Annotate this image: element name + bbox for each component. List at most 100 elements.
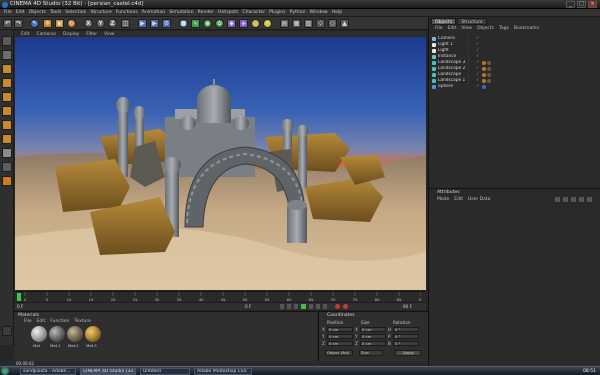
render-settings-icon[interactable]: ⚙: [162, 19, 171, 28]
texture-tag-icon[interactable]: [482, 78, 486, 83]
make-editable-icon[interactable]: [2, 36, 12, 46]
materials-menu-file[interactable]: File: [24, 319, 32, 324]
end-frame-field[interactable]: 90 F: [403, 304, 412, 309]
material-swatch[interactable]: [49, 326, 65, 342]
sculpt-tool-icon[interactable]: [2, 176, 12, 186]
menu-render[interactable]: Render: [198, 10, 214, 15]
array-icon[interactable]: ✿: [215, 19, 224, 28]
object-row-instance[interactable]: Instance ⁚ ✓: [432, 54, 596, 60]
attr-menu-edit[interactable]: Edit: [454, 197, 463, 202]
previous-key-icon[interactable]: [287, 304, 291, 309]
object-row-landscape2[interactable]: Landscape 2 ⁚ ✓: [432, 66, 596, 72]
coordinate-system-icon[interactable]: ◫: [121, 19, 130, 28]
menu-help[interactable]: Help: [332, 10, 342, 15]
edges-mode-icon[interactable]: ◇: [328, 19, 337, 28]
size-mode-dropdown[interactable]: Size: [359, 350, 383, 356]
menu-objects[interactable]: Objects: [29, 10, 46, 15]
spline-icon[interactable]: ∿: [191, 19, 200, 28]
menu-animation[interactable]: Animation: [142, 10, 165, 15]
position-y-field[interactable]: 0 cm: [327, 334, 353, 339]
tab-objects[interactable]: Objects: [431, 18, 457, 25]
record-keys-icon[interactable]: [335, 304, 340, 309]
scale-tool-icon[interactable]: ▣: [55, 19, 64, 28]
texture-tag-icon[interactable]: [487, 66, 491, 71]
om-menu-bookmarks[interactable]: Bookmarks: [514, 26, 539, 31]
y-axis-lock-button[interactable]: Y: [96, 19, 105, 28]
texture-tag-icon[interactable]: [482, 66, 486, 71]
menu-hotspots[interactable]: Hotspots: [218, 10, 238, 15]
menu-window[interactable]: Window: [310, 10, 328, 15]
enabled-check-icon[interactable]: ✓: [476, 54, 482, 59]
render-picture-viewer-icon[interactable]: ▶: [150, 19, 159, 28]
position-z-field[interactable]: 0 cm: [327, 341, 353, 346]
menu-tools[interactable]: Tools: [50, 10, 61, 15]
rotate-tool-icon[interactable]: ↻: [67, 19, 76, 28]
back-arrow-icon[interactable]: [555, 197, 560, 202]
scene-object-icon[interactable]: ◈: [239, 19, 248, 28]
workplane-icon[interactable]: ▧: [304, 19, 313, 28]
tweak-tool-icon[interactable]: [2, 148, 12, 158]
visibility-dots[interactable]: ⁚: [468, 54, 476, 59]
apply-button[interactable]: Apply: [395, 350, 421, 356]
visibility-dots[interactable]: ⁚: [468, 66, 476, 71]
z-axis-lock-button[interactable]: Z: [108, 19, 117, 28]
texture-tag-icon[interactable]: [487, 72, 491, 77]
om-menu-objects[interactable]: Objects: [477, 26, 494, 31]
go-to-end-icon[interactable]: [323, 304, 327, 309]
visibility-dots[interactable]: ⁚: [468, 60, 476, 65]
texture-tool-icon[interactable]: [2, 78, 12, 88]
menu-functions[interactable]: Functions: [116, 10, 138, 15]
visibility-dots[interactable]: ⁚: [468, 36, 476, 41]
taskbar-item[interactable]: Untitled: [140, 368, 190, 375]
snap-tool-icon[interactable]: [2, 162, 12, 172]
light-object-icon[interactable]: ☀: [263, 19, 272, 28]
object-tool-icon[interactable]: [2, 64, 12, 74]
visibility-dots[interactable]: ⁚: [468, 72, 476, 77]
materials-menu-function[interactable]: Function: [50, 319, 69, 324]
menu-character[interactable]: Character: [242, 10, 265, 15]
viewport-menu-cameras[interactable]: Cameras: [37, 32, 57, 37]
maximize-button[interactable]: □: [577, 1, 586, 8]
texture-mode-icon[interactable]: ▦: [292, 19, 301, 28]
minimize-button[interactable]: _: [566, 1, 575, 8]
material-swatch[interactable]: [67, 326, 83, 342]
om-menu-tags[interactable]: Tags: [499, 26, 509, 31]
viewport-menu-view[interactable]: View: [104, 32, 114, 37]
edge-tool-icon[interactable]: [2, 120, 12, 130]
rotation-h-field[interactable]: 0 °: [393, 327, 419, 332]
move-tool-icon[interactable]: ✥: [43, 19, 52, 28]
lock-icon[interactable]: [579, 197, 584, 202]
object-row-landscape[interactable]: Landscape ⁚ ✓: [432, 72, 596, 78]
material-swatch[interactable]: [31, 326, 47, 342]
model-mode-icon[interactable]: ▤: [280, 19, 289, 28]
model-tool-icon[interactable]: [2, 50, 12, 60]
rotation-p-field[interactable]: 0 °: [393, 334, 419, 339]
layout-switch-icon[interactable]: [2, 326, 12, 336]
sky-tag-icon[interactable]: [482, 84, 486, 89]
enabled-check-icon[interactable]: ✓: [476, 36, 482, 41]
object-row-landscape3[interactable]: Landscape 3 ⁚ ✓: [432, 60, 596, 66]
viewport-menu-filter[interactable]: Filter: [86, 32, 97, 37]
object-row-sphere[interactable]: Sphere ⁚ ✓: [432, 84, 596, 90]
new-manager-icon[interactable]: [587, 197, 592, 202]
current-frame-field[interactable]: 0 F: [17, 304, 23, 309]
points-mode-icon[interactable]: ⁘: [316, 19, 325, 28]
menu-selection[interactable]: Selection: [65, 10, 86, 15]
texture-tag-icon[interactable]: [487, 78, 491, 83]
polygons-mode-icon[interactable]: ▲: [340, 19, 349, 28]
materials-menu-edit[interactable]: Edit: [37, 319, 46, 324]
autokey-icon[interactable]: [343, 304, 348, 309]
rotation-b-field[interactable]: 0 °: [393, 341, 419, 346]
next-frame-icon[interactable]: [309, 304, 313, 309]
object-row-light1[interactable]: Light 1 ⁚ ✓: [432, 42, 596, 48]
start-button[interactable]: [1, 367, 9, 375]
redo-icon[interactable]: ↷: [14, 19, 23, 28]
taskbar-item[interactable]: sandpiasta - Adobe...: [20, 368, 76, 375]
texture-tag-icon[interactable]: [482, 60, 486, 65]
visibility-dots[interactable]: ⁚: [468, 78, 476, 83]
axis-tool-icon[interactable]: [2, 92, 12, 102]
size-x-field[interactable]: 0 cm: [360, 327, 386, 332]
up-arrow-icon[interactable]: [563, 197, 568, 202]
visibility-dots[interactable]: ⁚: [468, 48, 476, 53]
menu-file[interactable]: File: [4, 10, 12, 15]
